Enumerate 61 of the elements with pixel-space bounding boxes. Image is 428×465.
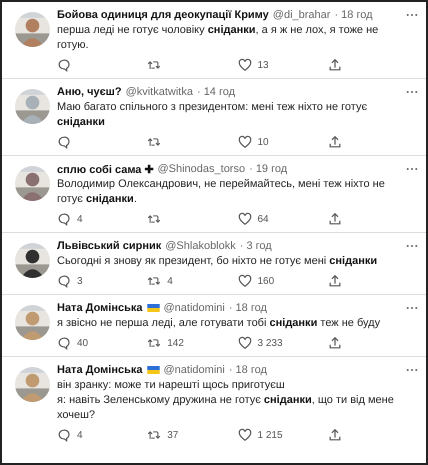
user-name[interactable]: Ната Домінська: [57, 364, 143, 376]
timestamp[interactable]: · 18 год: [228, 364, 267, 376]
share-icon[interactable]: [328, 212, 342, 226]
like-count: 13: [258, 60, 269, 70]
heart-icon[interactable]: [238, 135, 252, 149]
share-icon[interactable]: [328, 58, 342, 72]
retweet-count: 4: [167, 276, 173, 286]
more-icon[interactable]: [406, 368, 418, 372]
share-icon[interactable]: [328, 336, 342, 350]
tweet-text: Маю багато спільного з президентом: мені теж ніхто не готує сніданки: [57, 100, 368, 130]
share-icon[interactable]: [328, 274, 342, 288]
reply-count: 3: [77, 276, 83, 286]
heart-icon[interactable]: [238, 428, 252, 442]
more-icon[interactable]: [406, 244, 418, 248]
reply-count: 4: [77, 214, 83, 224]
like-count: 1 215: [258, 430, 283, 440]
timestamp[interactable]: · 19 год: [249, 163, 288, 175]
timestamp[interactable]: · 18 год: [334, 9, 373, 21]
user-name[interactable]: Львівський сирник: [57, 240, 162, 252]
user-handle[interactable]: @Shinodas_torso: [157, 163, 246, 175]
like-count: 160: [258, 276, 274, 286]
heart-icon[interactable]: [238, 336, 252, 350]
user-handle[interactable]: @kvitkatwitka: [126, 86, 193, 98]
share-icon[interactable]: [328, 428, 342, 442]
more-icon[interactable]: [406, 90, 418, 94]
more-icon[interactable]: [406, 306, 418, 310]
timestamp[interactable]: · 14 год: [196, 86, 236, 98]
retweet-count: 37: [167, 430, 178, 440]
timestamp[interactable]: · 3 год: [240, 240, 272, 252]
like-count: 3 233: [258, 338, 283, 348]
tweet-text: Володимир Олександрович, не переймайтесь, мені теж ніхто не готує сніданки.: [57, 177, 386, 207]
reply-icon[interactable]: [57, 58, 71, 72]
user-handle[interactable]: @natidomini: [164, 364, 225, 376]
user-name[interactable]: сплю собі сама ✚: [57, 162, 154, 176]
reply-icon[interactable]: [57, 135, 71, 149]
reply-icon[interactable]: [57, 212, 71, 226]
tweet-text: перша леді не готує чоловіку сніданки, а я ж не лох, я тоже не готую.: [57, 23, 380, 53]
retweet-count: 142: [167, 338, 184, 348]
reply-icon[interactable]: [57, 336, 71, 350]
user-name[interactable]: Ната Домінська: [57, 302, 143, 314]
user-handle[interactable]: @natidomini: [164, 302, 225, 314]
share-icon[interactable]: [328, 135, 342, 149]
user-name[interactable]: Аню, чуєш?: [57, 86, 122, 98]
reply-icon[interactable]: [57, 274, 71, 288]
user-name[interactable]: Бойова одиниця для деокупації Криму: [57, 9, 269, 21]
like-count: 10: [258, 136, 269, 148]
like-count: 64: [258, 214, 269, 224]
heart-icon[interactable]: [238, 212, 252, 226]
tweet-text: Сьогодні я знову як президент, бо ніхто не готує мені сніданки: [57, 254, 378, 269]
reply-icon[interactable]: [57, 428, 71, 442]
reply-count: 4: [77, 430, 83, 440]
more-icon[interactable]: [406, 167, 418, 171]
more-icon[interactable]: [406, 13, 418, 17]
heart-icon[interactable]: [238, 58, 252, 72]
tweet-text: я звісно не перша леді, але готувати тобі сніданки теж не буду: [57, 316, 382, 331]
user-handle[interactable]: @Shlakoblokk: [165, 240, 236, 252]
timestamp[interactable]: · 18 год: [228, 302, 267, 314]
user-handle[interactable]: @di_brahar: [272, 9, 330, 21]
tweet-text: він зранку: може ти нарешті щось приготуєш я: навіть Зеленському дружина не готує сніданки, що ти від мене хочеш?: [57, 378, 395, 423]
heart-icon[interactable]: [238, 274, 252, 288]
reply-count: 40: [77, 338, 88, 348]
